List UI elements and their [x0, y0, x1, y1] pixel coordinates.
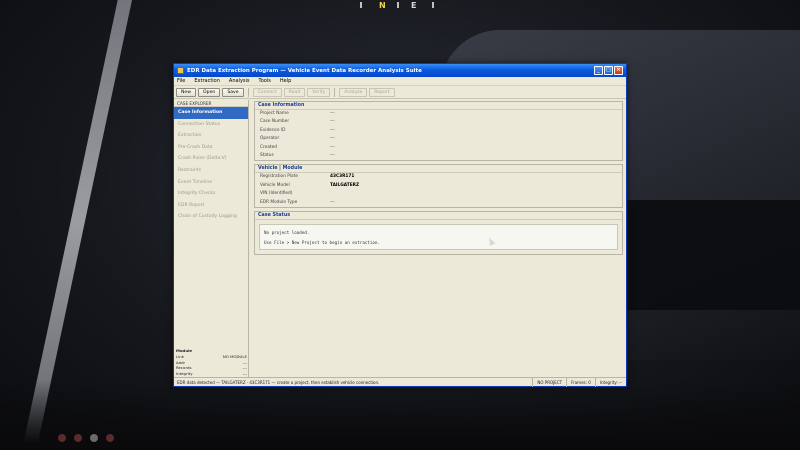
hud-armor-icon: [74, 434, 82, 442]
sidebar-item-pre-crash-data[interactable]: Pre-Crash Data: [174, 142, 248, 154]
read-button[interactable]: Read: [283, 87, 306, 97]
menu-bar: File Extraction Analysis Tools Help: [174, 77, 626, 86]
frames-cell: Frames: 0: [566, 377, 595, 387]
window-title: EDR Data Extraction Program — Vehicle Ev…: [187, 67, 422, 74]
maximize-button[interactable]: □: [604, 66, 613, 75]
module-type-value: ---: [330, 199, 335, 205]
case-status-panel: Case Status No project loaded. Use File …: [254, 210, 623, 255]
menu-help[interactable]: Help: [280, 78, 291, 84]
field-label: Vehicle Model: [260, 182, 290, 188]
menu-file[interactable]: File: [177, 78, 185, 84]
case-field-row: Project Name ---: [255, 110, 622, 118]
report-button[interactable]: Report: [369, 87, 395, 97]
app-icon: [177, 67, 184, 74]
field-label: EDR Module Type: [260, 199, 298, 205]
body-area: CASE EXPLORER Case Information Connectio…: [174, 100, 626, 378]
sidebar-item-integrity-checks[interactable]: Integrity Checks: [174, 188, 248, 200]
compass-tick: [432, 2, 434, 8]
status-line: Use File > New Project to begin an extra…: [264, 239, 380, 245]
field-label: Project Name: [260, 111, 289, 116]
sidebar-item-restraints[interactable]: Restraints: [174, 165, 248, 177]
compass-tick: [360, 2, 362, 8]
integrity-cell: Integrity: --: [594, 377, 626, 387]
field-label: Created: [260, 144, 278, 150]
case-field-row: Case Number ---: [255, 118, 622, 126]
window-titlebar[interactable]: EDR Data Extraction Program — Vehicle Ev…: [174, 64, 626, 77]
menu-analysis[interactable]: Analysis: [229, 78, 250, 84]
new-button[interactable]: New: [176, 87, 197, 97]
project-status-cell: NO PROJECT: [532, 377, 566, 387]
field-label: Operator: [260, 136, 280, 142]
case-field-row: Evidence ID ---: [255, 127, 622, 135]
field-value: ---: [330, 136, 335, 142]
field-label: Case Number: [260, 119, 290, 125]
main-content: Case Information Project Name --- Case Nu…: [249, 100, 626, 378]
vehicle-model-value: TAILGATERZ: [330, 182, 360, 188]
save-button[interactable]: Save: [222, 87, 244, 97]
hud-stamina-icon: [90, 434, 98, 442]
case-information-panel: Case Information Project Name --- Case Nu…: [254, 101, 623, 162]
background-floor: [0, 380, 800, 450]
field-label: Evidence ID: [260, 127, 286, 133]
status-bar: EDR data detected — TAILGATERZ · 43C3R17…: [174, 377, 626, 387]
edr-app-window: EDR Data Extraction Program — Vehicle Ev…: [173, 63, 627, 387]
case-status-log: No project loaded. Use File > New Projec…: [259, 223, 618, 250]
open-button[interactable]: Open: [198, 87, 221, 97]
field-value: ---: [330, 152, 335, 158]
vehicle-field-row: VIN (Identified): [255, 190, 622, 198]
hud-status-icons: [58, 434, 114, 442]
window-controls: _ □ ×: [594, 66, 623, 75]
compass-north-label: N: [379, 1, 386, 10]
module-status-panel: Module Link NO MODULE Addr --- Records -…: [176, 348, 247, 377]
sidebar-item-extraction[interactable]: Extraction: [174, 130, 248, 142]
minimize-button[interactable]: _: [594, 66, 603, 75]
registration-plate-value: 43C3R171: [330, 174, 355, 180]
case-status-title: Case Status: [255, 212, 622, 220]
vehicle-field-row: EDR Module Type ---: [255, 199, 622, 207]
status-line: No project loaded.: [264, 229, 310, 235]
case-explorer-sidebar: CASE EXPLORER Case Information Connectio…: [174, 100, 249, 378]
case-field-row: Created ---: [255, 144, 622, 152]
toolbar-separator: [247, 87, 249, 97]
status-message: EDR data detected — TAILGATERZ · 43C3R17…: [177, 379, 380, 385]
case-field-row: Status ---: [255, 152, 622, 160]
close-button[interactable]: ×: [614, 66, 623, 75]
field-value: ---: [330, 144, 335, 150]
case-information-title: Case Information: [255, 102, 622, 110]
compass-east-label: E: [411, 1, 417, 10]
field-value: ---: [330, 119, 335, 125]
hud-health-icon: [58, 434, 66, 442]
hud-compass: N E: [0, 1, 800, 11]
sidebar-item-chain-of-custody[interactable]: Chain of Custody Logging: [174, 211, 248, 223]
analyze-button[interactable]: Analyze: [339, 87, 368, 97]
field-label: Registration Plate: [260, 174, 299, 180]
sidebar-item-crash-pulse[interactable]: Crash Pulse (Delta-V): [174, 153, 248, 165]
vehicle-field-row: Vehicle Model TAILGATERZ: [255, 182, 622, 190]
field-value: ---: [330, 127, 335, 133]
sidebar-item-case-information[interactable]: Case Information: [174, 107, 248, 119]
hud-heat-icon: [106, 434, 114, 442]
connect-button[interactable]: Connect: [252, 87, 282, 97]
vehicle-module-title: Vehicle | Module: [255, 165, 622, 174]
field-label: Status: [260, 152, 274, 158]
field-value: ---: [330, 111, 335, 116]
sidebar-header: CASE EXPLORER: [174, 100, 248, 107]
toolbar: New Open Save Connect Read Verify Analyz…: [174, 86, 626, 99]
case-field-row: Operator ---: [255, 135, 622, 143]
toolbar-separator: [334, 87, 336, 97]
menu-extraction[interactable]: Extraction: [194, 78, 220, 84]
sidebar-item-connection-status[interactable]: Connection Status: [174, 119, 248, 131]
field-label: VIN (Identified): [260, 191, 293, 197]
vehicle-field-row: Registration Plate 43C3R171: [255, 173, 622, 181]
compass-tick: [397, 2, 399, 8]
vehicle-module-panel: Vehicle | Module Registration Plate 43C3R…: [254, 164, 623, 208]
verify-button[interactable]: Verify: [307, 87, 331, 97]
menu-tools[interactable]: Tools: [259, 78, 271, 84]
sidebar-item-event-timeline[interactable]: Event Timeline: [174, 177, 248, 189]
sidebar-item-edr-report[interactable]: EDR Report: [174, 200, 248, 212]
